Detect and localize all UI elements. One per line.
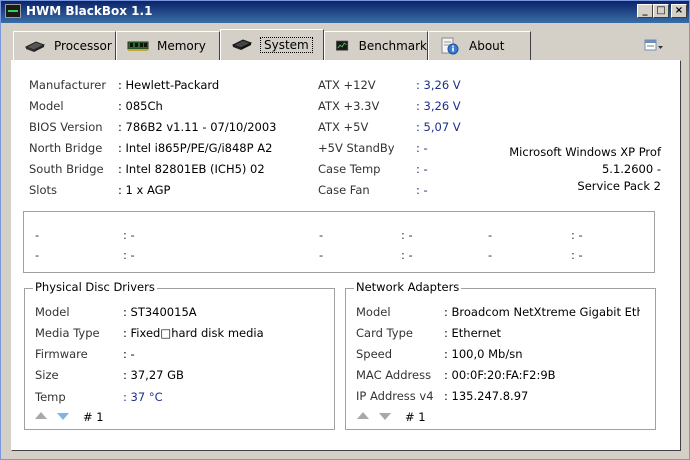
tab-benchmark[interactable]: Benchmark <box>324 31 428 60</box>
standby-5v-value: : - <box>416 141 428 155</box>
os-service-pack: Service Pack 2 <box>577 179 661 193</box>
disc-temp-label: Temp <box>35 390 66 404</box>
net-speed-value: : 100,0 Mb/sn <box>444 347 523 361</box>
sensor-name: - <box>319 248 324 262</box>
disc-drivers-title: Physical Disc Drivers <box>33 280 157 294</box>
manufacturer-label: Manufacturer <box>29 78 107 92</box>
slots-label: Slots <box>29 183 58 197</box>
benchmark-monitor-icon <box>336 40 349 51</box>
south-bridge-value: : Intel 82801EB (ICH5) 02 <box>118 162 265 176</box>
tab-system-label: System <box>260 37 313 53</box>
slots-value: : 1 x AGP <box>118 183 171 197</box>
net-mac-value: : 00:0F:20:FA:F2:9B <box>444 368 556 382</box>
disc-prev-arrow-icon[interactable] <box>35 412 47 419</box>
disc-temp-value: : 37 °C <box>123 390 163 404</box>
net-next-arrow-icon[interactable] <box>379 413 391 420</box>
net-ip-value: : 135.247.8.97 <box>444 389 529 403</box>
atx-3v3-label: ATX +3.3V <box>318 99 380 113</box>
memory-module-icon <box>127 41 149 51</box>
case-fan-value: : - <box>416 183 428 197</box>
case-fan-label: Case Fan <box>318 183 370 197</box>
tab-benchmark-label: Benchmark <box>358 39 427 53</box>
net-prev-arrow-icon[interactable] <box>357 412 369 419</box>
sensor-value: : - <box>123 248 135 262</box>
options-menu-icon[interactable] <box>643 38 665 54</box>
sensor-name: - <box>488 228 493 242</box>
sensor-value: : - <box>571 228 583 242</box>
app-window: HWM BlackBox 1.1 _ □ × Processor Memory <box>0 0 690 460</box>
sensor-value: : - <box>123 228 135 242</box>
manufacturer-value: : Hewlett-Packard <box>118 78 220 92</box>
net-speed-label: Speed <box>356 347 393 361</box>
standby-5v-label: +5V StandBy <box>318 141 395 155</box>
model-value: : 085Ch <box>118 99 163 113</box>
tab-memory-label: Memory <box>157 39 206 53</box>
window-title: HWM BlackBox 1.1 <box>26 4 153 18</box>
north-bridge-value: : Intel i865P/PE/G/i848P A2 <box>118 141 273 155</box>
os-version: 5.1.2600 - <box>601 162 661 176</box>
title-bar[interactable]: HWM BlackBox 1.1 _ □ × <box>1 1 689 23</box>
os-info: Microsoft Windows XP Prof 5.1.2600 - Ser… <box>509 144 661 195</box>
atx-12v-label: ATX +12V <box>318 78 376 92</box>
network-adapters-title: Network Adapters <box>354 280 462 294</box>
disc-size-value: : 37,27 GB <box>123 368 184 382</box>
net-ip-label: IP Address v4 <box>356 389 434 403</box>
extra-sensors-box <box>23 211 655 273</box>
disc-model-value: : ST340015A <box>123 305 197 319</box>
sensor-value: : - <box>401 228 413 242</box>
net-model-label: Model <box>356 305 391 319</box>
disc-index: # 1 <box>83 410 104 424</box>
disc-media-type-value: : Fixed□hard disk media <box>123 326 264 340</box>
tab-about-label: About <box>469 39 505 53</box>
net-card-type-label: Card Type <box>356 326 413 340</box>
tab-about[interactable]: About <box>428 31 531 60</box>
north-bridge-label: North Bridge <box>29 141 103 155</box>
maximize-button[interactable]: □ <box>653 4 669 18</box>
bios-version-label: BIOS Version <box>29 120 103 134</box>
model-label: Model <box>29 99 64 113</box>
net-card-type-value: : Ethernet <box>444 326 502 340</box>
case-temp-label: Case Temp <box>318 162 381 176</box>
sensor-value: : - <box>401 248 413 262</box>
minimize-button[interactable]: _ <box>637 4 653 18</box>
south-bridge-label: South Bridge <box>29 162 104 176</box>
app-icon <box>5 4 21 18</box>
chipset-icon <box>231 39 253 50</box>
sensor-value: : - <box>571 248 583 262</box>
sensor-name: - <box>319 228 324 242</box>
cpu-chip-icon <box>24 41 46 52</box>
case-temp-value: : - <box>416 162 428 176</box>
atx-5v-label: ATX +5V <box>318 120 369 134</box>
tab-processor-label: Processor <box>54 39 112 53</box>
net-model-value: : Broadcom NetXtreme Gigabit Ether <box>444 305 640 319</box>
disc-firmware-value: : - <box>123 347 135 361</box>
disc-size-label: Size <box>35 368 59 382</box>
disc-firmware-label: Firmware <box>35 347 88 361</box>
sensor-name: - <box>35 228 40 242</box>
disc-next-arrow-icon[interactable] <box>57 413 69 420</box>
sensor-name: - <box>488 248 493 262</box>
disc-media-type-label: Media Type <box>35 326 100 340</box>
tab-memory[interactable]: Memory <box>116 31 220 60</box>
about-info-icon <box>441 37 459 55</box>
net-index: # 1 <box>405 410 426 424</box>
net-mac-label: MAC Address <box>356 368 432 382</box>
atx-5v-value: : 5,07 V <box>416 120 461 134</box>
tab-system[interactable]: System <box>220 29 324 60</box>
os-name: Microsoft Windows XP Prof <box>509 145 661 159</box>
atx-3v3-value: : 3,26 V <box>416 99 461 113</box>
disc-model-label: Model <box>35 305 70 319</box>
close-button[interactable]: × <box>671 4 687 18</box>
tab-processor[interactable]: Processor <box>13 31 116 60</box>
atx-12v-value: : 3,26 V <box>416 78 461 92</box>
bios-version-value: : 786B2 v1.11 - 07/10/2003 <box>118 120 277 134</box>
sensor-name: - <box>35 248 40 262</box>
